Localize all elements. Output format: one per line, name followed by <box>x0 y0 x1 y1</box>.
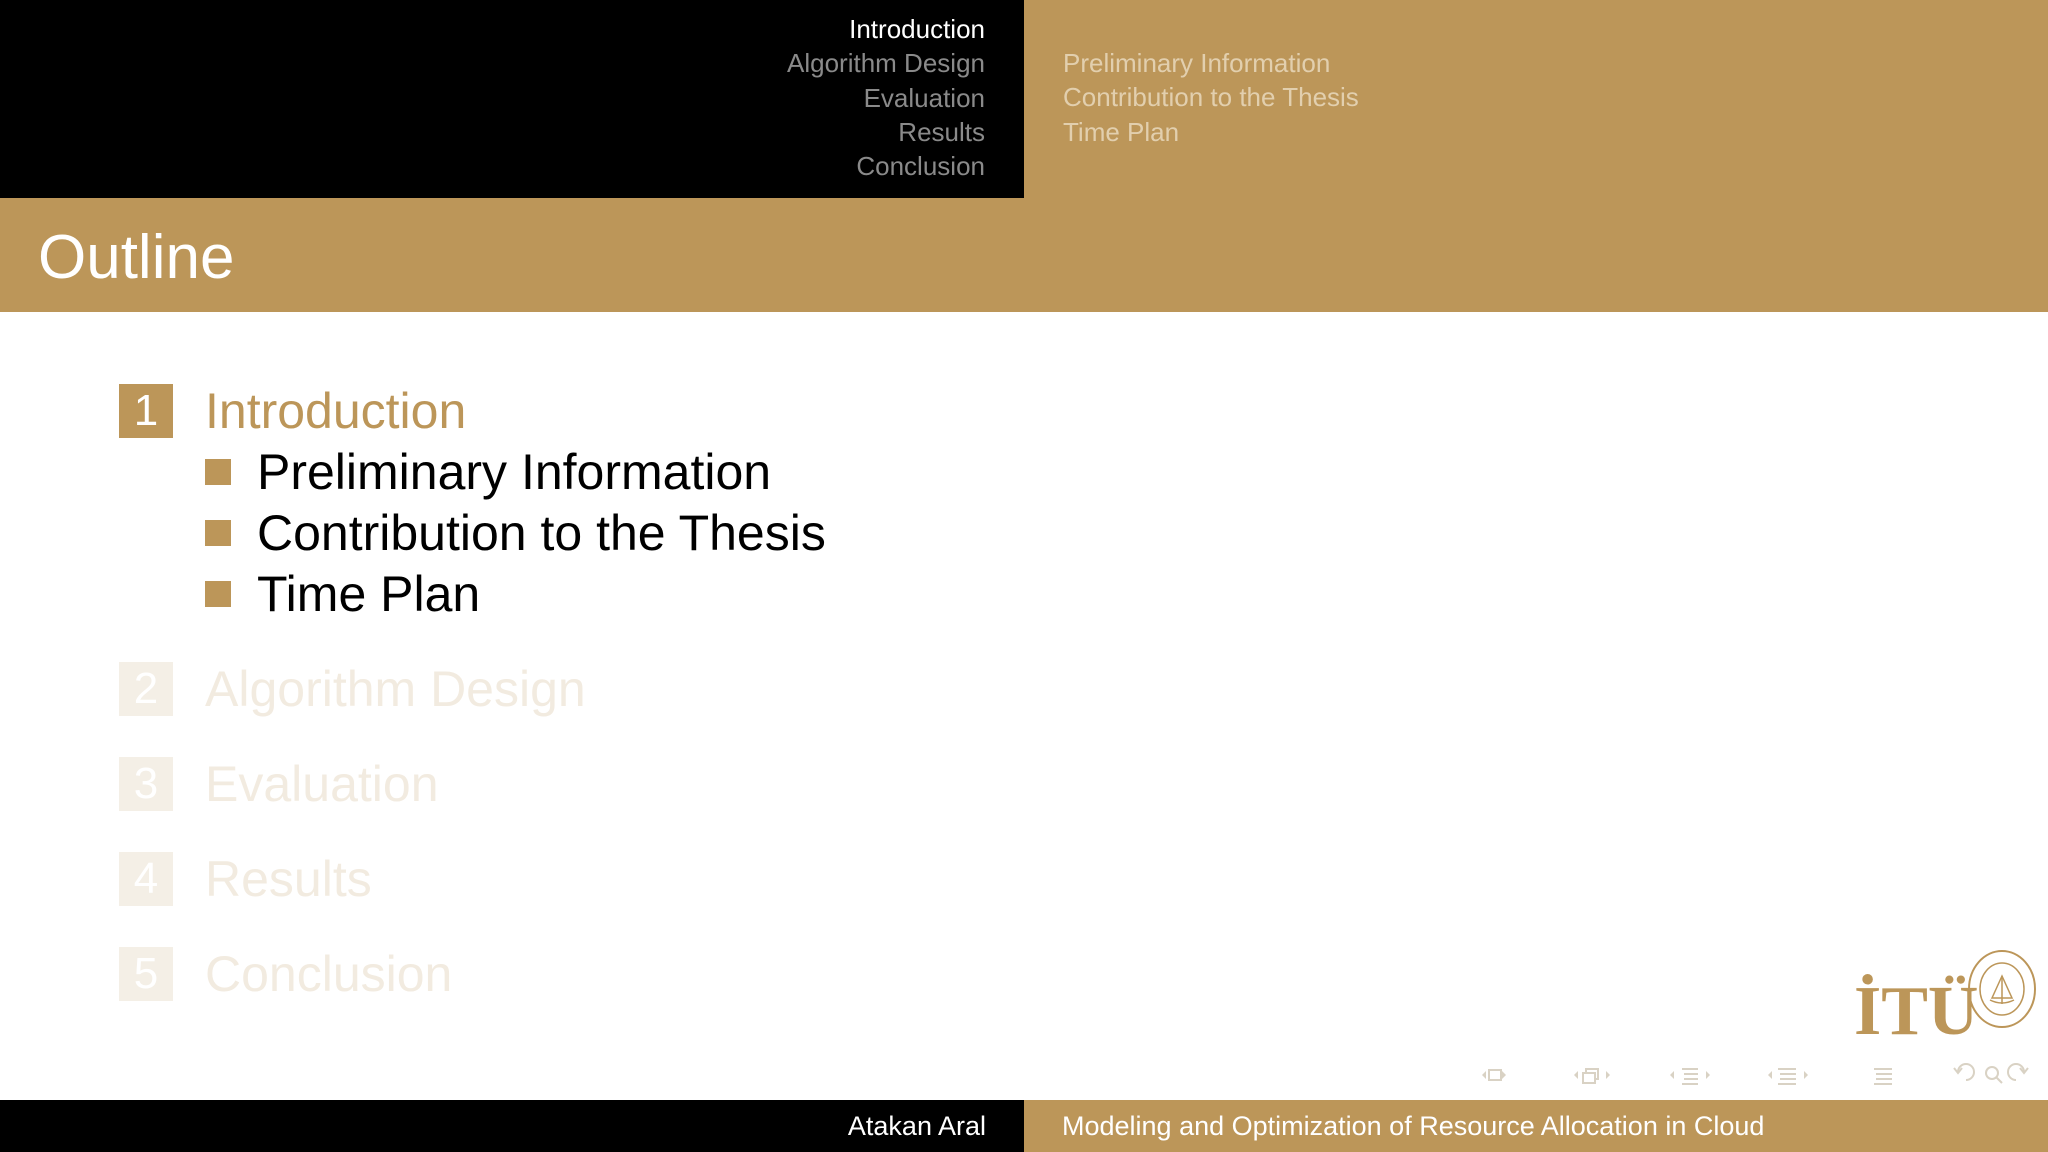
header-nav-algorithm-design[interactable]: Algorithm Design <box>0 46 985 80</box>
outline-section-3[interactable]: 3 Evaluation <box>119 757 439 811</box>
frame-title: Outline <box>38 223 235 292</box>
section-title: Algorithm Design <box>205 661 586 717</box>
square-bullet-icon <box>205 459 231 485</box>
section-title: Results <box>205 851 372 907</box>
outline-subsection-preliminary-information[interactable]: Preliminary Information <box>205 445 771 499</box>
header-nav-time-plan[interactable]: Time Plan <box>1063 115 2048 149</box>
document-navigation-icon[interactable] <box>1768 1060 1808 1090</box>
square-bullet-icon <box>205 581 231 607</box>
frame-title-bar: Outline <box>0 198 2048 312</box>
frame-navigation-icon[interactable] <box>1474 1060 1514 1090</box>
outline-section-1[interactable]: 1 Introduction <box>119 384 466 438</box>
outline-section-4[interactable]: 4 Results <box>119 852 372 906</box>
header-nav-preliminary-information[interactable]: Preliminary Information <box>1063 46 2048 80</box>
section-title: Evaluation <box>205 756 439 812</box>
header-nav-results[interactable]: Results <box>0 115 985 149</box>
square-bullet-icon <box>205 520 231 546</box>
outline-subsection-time-plan[interactable]: Time Plan <box>205 567 480 621</box>
subsection-navigation-icon[interactable] <box>1572 1060 1612 1090</box>
header-nav-conclusion[interactable]: Conclusion <box>0 149 985 183</box>
section-number-badge: 5 <box>119 947 173 1001</box>
header-nav-introduction[interactable]: Introduction <box>0 12 985 46</box>
subsection-title: Preliminary Information <box>257 444 772 500</box>
slide: Introduction Algorithm Design Evaluation… <box>0 0 2048 1152</box>
header-nav-evaluation[interactable]: Evaluation <box>0 81 985 115</box>
footer-author: Atakan Aral <box>847 1111 986 1141</box>
section-number-badge: 3 <box>119 757 173 811</box>
header-nav-contribution-to-thesis[interactable]: Contribution to the Thesis <box>1063 80 2048 114</box>
outline-subsection-contribution-to-thesis[interactable]: Contribution to the Thesis <box>205 506 826 560</box>
section-navigation-icon[interactable] <box>1670 1060 1710 1090</box>
back-search-forward-icons[interactable] <box>1944 1060 2042 1090</box>
itu-logo: İTÜ <box>1850 943 2038 1053</box>
section-title: Conclusion <box>205 946 453 1002</box>
section-title: Introduction <box>205 383 467 439</box>
section-number-badge: 4 <box>119 852 173 906</box>
outline-section-5[interactable]: 5 Conclusion <box>119 947 452 1001</box>
header-section-nav: Introduction Algorithm Design Evaluation… <box>0 0 1024 198</box>
outline-section-2[interactable]: 2 Algorithm Design <box>119 662 586 716</box>
subsection-title: Time Plan <box>257 566 481 622</box>
subsection-title: Contribution to the Thesis <box>257 505 826 561</box>
footer-title: Modeling and Optimization of Resource Al… <box>1062 1111 1765 1141</box>
footer-author-bar: Atakan Aral <box>0 1100 1024 1152</box>
beamer-navigation-symbols <box>1474 1060 2042 1090</box>
align-icon[interactable] <box>1864 1060 1904 1090</box>
university-seal-icon <box>1968 950 2036 1028</box>
itu-logo-text: İTÜ <box>1854 973 1979 1050</box>
section-number-badge: 2 <box>119 662 173 716</box>
section-number-badge: 1 <box>119 384 173 438</box>
footer-title-bar: Modeling and Optimization of Resource Al… <box>1024 1100 2048 1152</box>
header-subsection-nav: Preliminary Information Contribution to … <box>1024 0 2048 198</box>
